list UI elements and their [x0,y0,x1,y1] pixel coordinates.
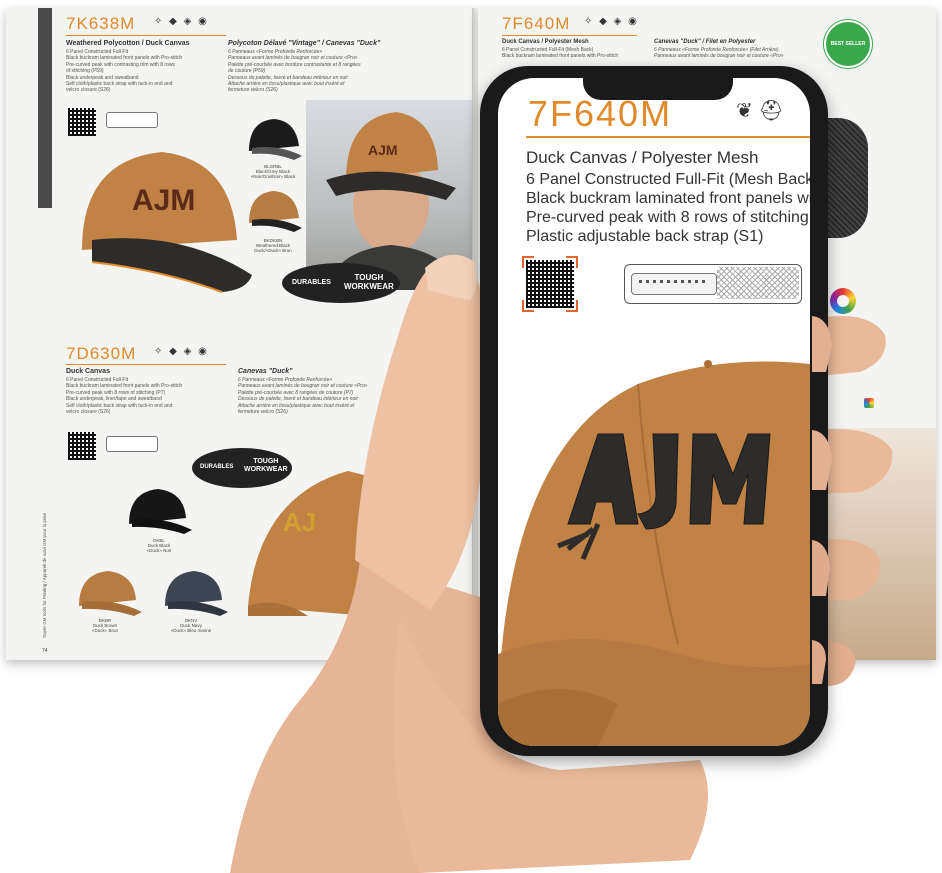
phone-header-rule [526,136,810,138]
phone-line-3: Pre-curved peak with 8 rows of stitching… [526,209,810,226]
phone-product-title: Duck Canvas / Polyester Mesh [526,148,759,167]
phone-product-code: 7F640M [528,93,673,134]
phone-line-4: Plastic adjustable back strap (S1) [526,228,764,245]
phone-qr-code[interactable] [522,256,578,312]
phone-screen: 7F640M ❦ ⛑ Duck Canvas / Polyester Mesh … [498,78,810,746]
phone-line-1: 6 Panel Constructed Full-Fit (Mesh Back) [526,171,810,188]
phone-back-strap-diagram [624,264,802,304]
phone-cap-image [498,360,810,746]
phone-notch [583,74,733,100]
phone-line-2: Black buckram laminated front panels wit… [526,190,810,207]
weather-icons: ❦ ⛑ [736,100,784,122]
